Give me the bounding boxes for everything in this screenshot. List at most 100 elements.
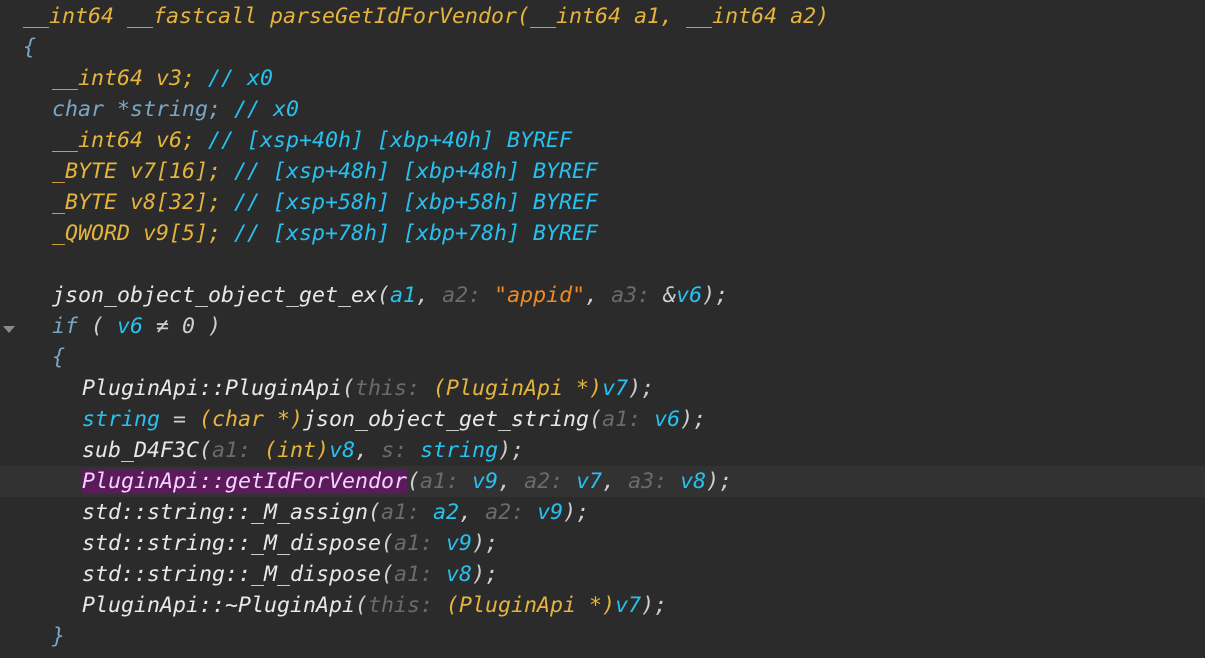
code-token: _QWORD v9[5] [52, 221, 209, 246]
code-token[interactable]: v8 [329, 438, 355, 463]
code-token: ( [368, 500, 382, 525]
code-token[interactable]: string [82, 407, 160, 432]
pseudocode-editor[interactable]: __int64 __fastcall parseGetIdForVendor(_… [0, 0, 1205, 658]
code-token[interactable]: v6 [117, 314, 143, 339]
code-line[interactable] [0, 249, 1205, 280]
code-token: _BYTE v8[32] [52, 190, 209, 215]
code-text: sub_D4F3C(a1: (int)v8, s: string); [82, 435, 524, 466]
code-token: ( [381, 562, 395, 587]
code-token[interactable]: PluginApi::PluginApi [82, 376, 342, 401]
code-line[interactable]: { [0, 32, 1205, 63]
code-token: ( [381, 531, 395, 556]
code-token: ); [472, 562, 499, 587]
code-line[interactable]: sub_D4F3C(a1: (int)v8, s: string); [0, 435, 1205, 466]
code-line[interactable]: __int64 v6; // [xsp+40h] [xbp+40h] BYREF [0, 125, 1205, 156]
code-token[interactable]: v8 [680, 469, 706, 494]
code-text: _BYTE v7[16]; // [xsp+48h] [xbp+48h] BYR… [52, 156, 598, 187]
code-token: __int64 v6 [52, 128, 183, 153]
code-token: a1: [394, 562, 447, 587]
highlighted-symbol[interactable]: PluginApi::getIdForVendor [82, 469, 408, 494]
code-token: = [160, 407, 200, 432]
code-token[interactable]: v6 [654, 407, 680, 432]
code-token: a1: [381, 500, 434, 525]
code-token: ); [563, 500, 590, 525]
code-token: // [xsp+78h] [xbp+78h] BYREF [234, 221, 599, 246]
code-text: char *string; // x0 [52, 94, 299, 125]
code-token[interactable]: json_object_object_get_ex [52, 283, 377, 308]
code-token: a2: [485, 500, 538, 525]
code-token[interactable]: std::string::_M_dispose [82, 562, 381, 587]
code-token: a2: [442, 283, 495, 308]
code-line[interactable]: std::string::_M_dispose(a1: v8); [0, 559, 1205, 590]
code-text: string = (char *)json_object_get_string(… [82, 404, 706, 435]
code-text: __int64 __fastcall parseGetIdForVendor(_… [23, 1, 829, 32]
code-token[interactable]: v9 [472, 469, 498, 494]
code-line[interactable]: char *string; // x0 [0, 94, 1205, 125]
code-line[interactable]: _BYTE v7[16]; // [xsp+48h] [xbp+48h] BYR… [0, 156, 1205, 187]
code-token: // x0 [208, 66, 274, 91]
code-line[interactable]: if ( v6 ≠ 0 ) [0, 311, 1205, 342]
code-text: PluginApi::~PluginApi(this: (PluginApi *… [82, 590, 667, 621]
code-token: ( [517, 4, 531, 29]
code-line[interactable]: _QWORD v9[5]; // [xsp+78h] [xbp+78h] BYR… [0, 218, 1205, 249]
code-line[interactable]: json_object_object_get_ex(a1, a2: "appid… [0, 280, 1205, 311]
code-token: this: [355, 376, 434, 401]
code-line-current[interactable]: PluginApi::getIdForVendor(a1: v9, a2: v7… [0, 466, 1205, 497]
code-token: ; [208, 221, 235, 246]
code-token: __int64 __fastcall [23, 4, 271, 29]
code-token: // [xsp+58h] [xbp+58h] BYREF [234, 190, 599, 215]
code-token[interactable]: v9 [446, 531, 472, 556]
code-text: _BYTE v8[32]; // [xsp+58h] [xbp+58h] BYR… [52, 187, 598, 218]
code-token[interactable]: v7 [615, 593, 641, 618]
code-token: _BYTE v7[16] [52, 159, 209, 184]
code-line[interactable]: PluginApi::~PluginApi(this: (PluginApi *… [0, 590, 1205, 621]
code-token[interactable]: std::string::_M_assign [82, 500, 368, 525]
code-token: ); [641, 593, 668, 618]
code-token[interactable]: v8 [446, 562, 472, 587]
code-line[interactable]: _BYTE v8[32]; // [xsp+58h] [xbp+58h] BYR… [0, 187, 1205, 218]
code-line[interactable]: __int64 __fastcall parseGetIdForVendor(_… [0, 1, 1205, 32]
code-line[interactable]: { [0, 342, 1205, 373]
code-line[interactable]: PluginApi::PluginApi(this: (PluginApi *)… [0, 373, 1205, 404]
code-token[interactable]: v6 [676, 283, 702, 308]
code-token[interactable]: json_object_get_string [303, 407, 589, 432]
code-token: (int) [264, 438, 330, 463]
code-line[interactable]: std::string::_M_dispose(a1: v9); [0, 528, 1205, 559]
code-token: ); [498, 438, 525, 463]
code-token: this: [368, 593, 447, 618]
code-text: json_object_object_get_ex(a1, a2: "appid… [52, 280, 728, 311]
code-token[interactable]: v9 [537, 500, 563, 525]
code-token: ; [208, 159, 235, 184]
code-text: } [52, 621, 65, 652]
code-token: ( [78, 314, 118, 339]
code-token[interactable]: PluginApi::~PluginApi [82, 593, 355, 618]
code-token: (PluginApi *) [446, 593, 616, 618]
code-token: // [xsp+40h] [xbp+40h] BYREF [208, 128, 573, 153]
code-line[interactable]: std::string::_M_assign(a1: a2, a2: v9); [0, 497, 1205, 528]
code-text: PluginApi::getIdForVendor(a1: v9, a2: v7… [82, 466, 732, 497]
code-token[interactable]: a2 [433, 500, 459, 525]
code-token: "appid" [494, 283, 586, 308]
code-token: { [23, 35, 37, 60]
code-token: , [355, 438, 382, 463]
code-text: std::string::_M_dispose(a1: v9); [82, 528, 498, 559]
code-line[interactable]: } [0, 621, 1205, 652]
code-token: ); [706, 469, 733, 494]
code-token: ); [680, 407, 707, 432]
code-token: // x0 [234, 97, 300, 122]
code-token[interactable]: v7 [576, 469, 602, 494]
code-token[interactable]: v7 [602, 376, 628, 401]
code-line[interactable]: string = (char *)json_object_get_string(… [0, 404, 1205, 435]
code-text: std::string::_M_assign(a1: a2, a2: v9); [82, 497, 589, 528]
code-line[interactable]: __int64 v3; // x0 [0, 63, 1205, 94]
code-token[interactable]: string [420, 438, 498, 463]
code-token: ); [628, 376, 655, 401]
code-text: __int64 v3; // x0 [52, 63, 273, 94]
code-token[interactable]: sub_D4F3C [82, 438, 199, 463]
code-token: a1: [212, 438, 265, 463]
code-token[interactable]: std::string::_M_dispose [82, 531, 381, 556]
code-token: __int64 a2 [686, 4, 817, 29]
code-token: ( [199, 438, 213, 463]
code-token: (char *) [199, 407, 304, 432]
code-token[interactable]: a1 [390, 283, 416, 308]
